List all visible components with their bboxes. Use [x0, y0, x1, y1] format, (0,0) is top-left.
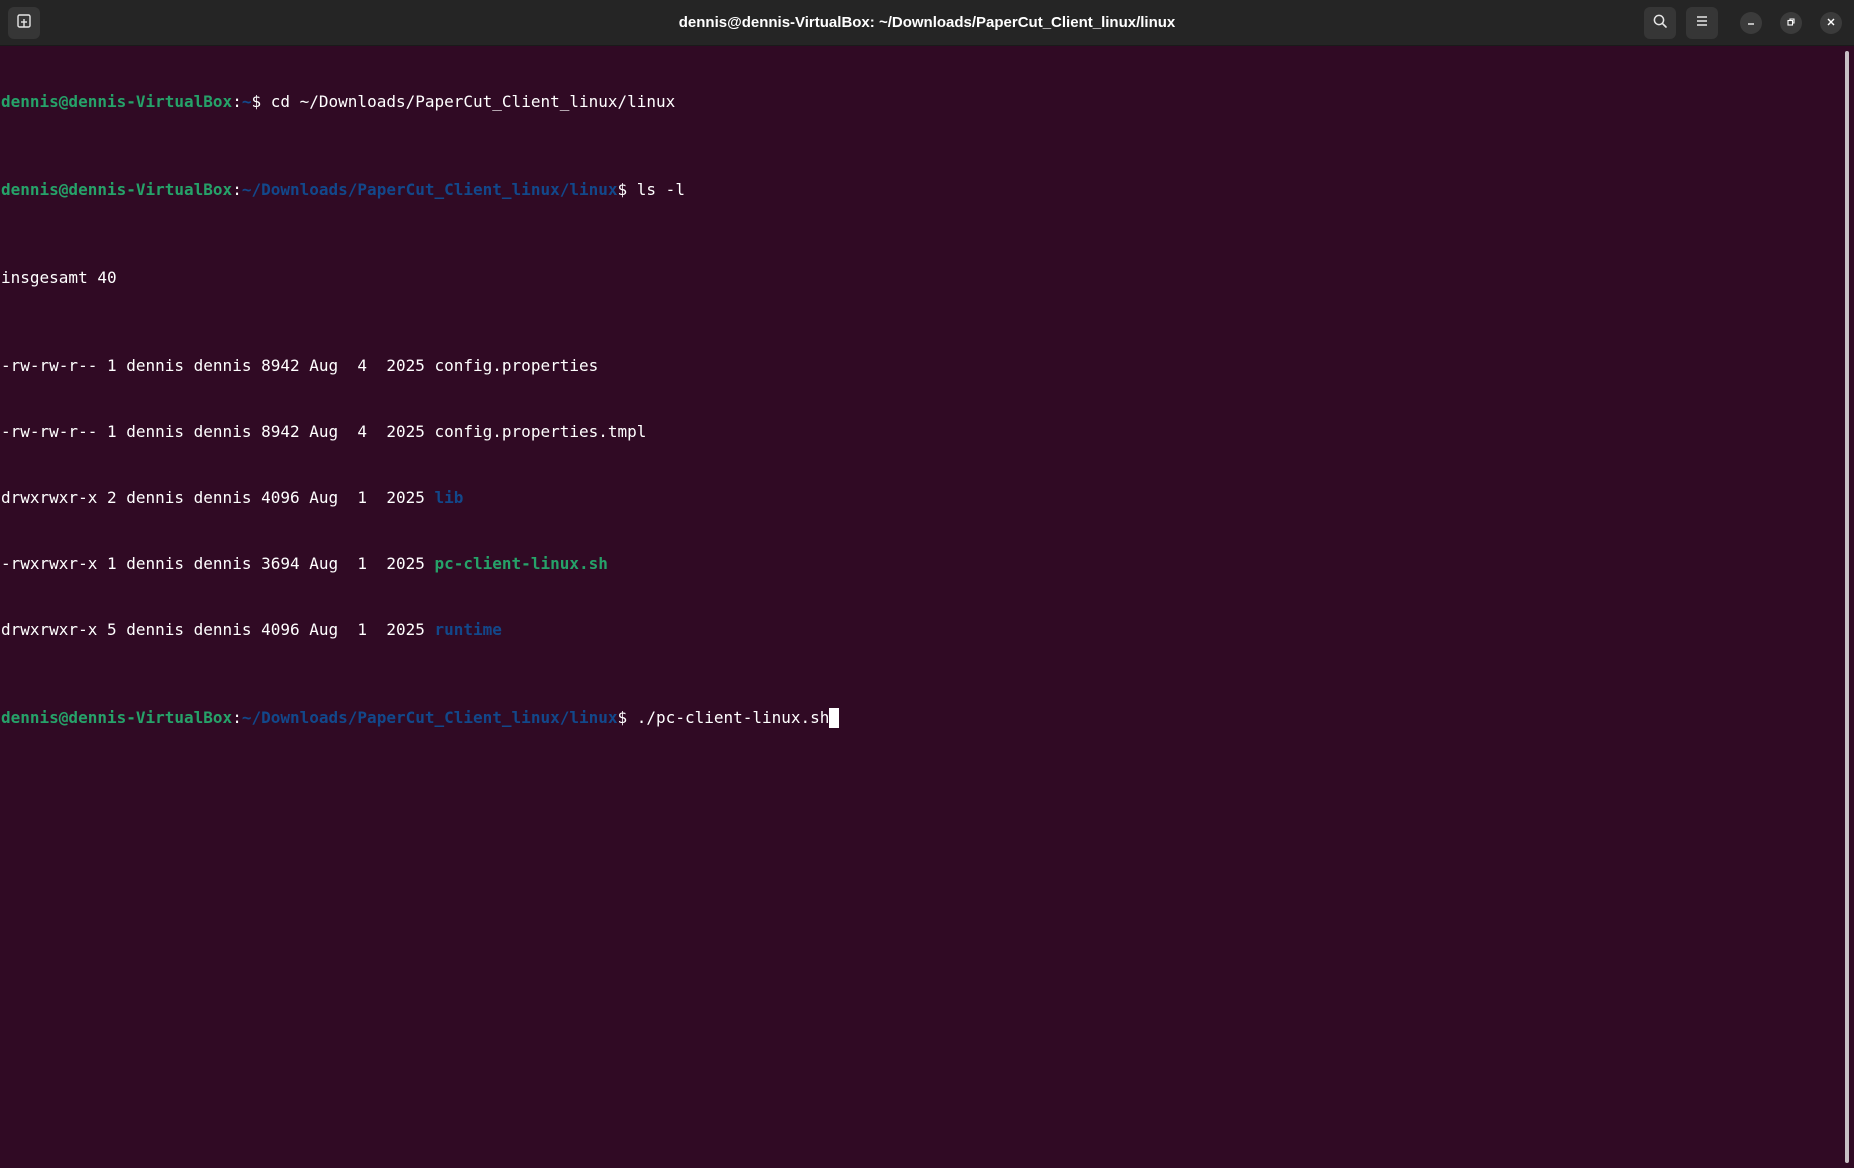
hamburger-menu-icon — [1694, 13, 1710, 34]
new-tab-icon — [16, 13, 32, 34]
file-meta: -rw-rw-r-- 1 dennis dennis 8942 Aug 4 20… — [1, 422, 435, 441]
file-meta: -rw-rw-r-- 1 dennis dennis 8942 Aug 4 20… — [1, 356, 435, 375]
ls-total-line: insgesamt 40 — [1, 267, 1842, 289]
prompt-path: ~/Downloads/PaperCut_Client_linux/linux — [241, 180, 618, 199]
file-entry: -rw-rw-r-- 1 dennis dennis 8942 Aug 4 20… — [1, 421, 1842, 443]
search-button[interactable] — [1644, 7, 1676, 39]
terminal-window: dennis@dennis-VirtualBox: ~/Downloads/Pa… — [0, 0, 1854, 1168]
file-entry: drwxrwxr-x 2 dennis dennis 4096 Aug 1 20… — [1, 487, 1842, 509]
minimize-icon — [1746, 14, 1756, 32]
terminal-output[interactable]: dennis@dennis-VirtualBox: ~ $ cd ~/Downloa… — [0, 47, 1842, 1168]
file-entry: drwxrwxr-x 5 dennis dennis 4096 Aug 1 20… — [1, 619, 1842, 641]
file-meta: -rwxrwxr-x 1 dennis dennis 3694 Aug 1 20… — [1, 554, 435, 573]
close-button[interactable] — [1820, 12, 1842, 34]
restore-icon — [1786, 14, 1796, 32]
terminal-line-cd: dennis@dennis-VirtualBox: ~ $ cd ~/Downloa… — [1, 92, 676, 111]
file-name: config.properties — [434, 356, 599, 375]
minimize-button[interactable] — [1740, 12, 1762, 34]
title-bar: dennis@dennis-VirtualBox: ~/Downloads/Pa… — [0, 0, 1854, 46]
search-icon — [1652, 13, 1668, 34]
directory-name: lib — [434, 488, 464, 507]
executable-name: pc-client-linux.sh — [434, 554, 608, 573]
prompt-user: dennis@dennis-VirtualBox — [1, 180, 233, 199]
window-title: dennis@dennis-VirtualBox: ~/Downloads/Pa… — [678, 14, 1176, 31]
prompt-user: dennis@dennis-VirtualBox — [1, 708, 233, 727]
command-text: cd ~/Downloads/PaperCut_Client_linux/lin… — [270, 92, 676, 111]
terminal-line-current: dennis@dennis-VirtualBox: ~/Downloads/Pap… — [1, 707, 1842, 729]
prompt-user: dennis@dennis-VirtualBox — [1, 92, 233, 111]
command-text: ls -l — [636, 180, 685, 199]
terminal-line-ls: dennis@dennis-VirtualBox: ~/Downloads/Pap… — [1, 180, 685, 199]
menu-button[interactable] — [1686, 7, 1718, 39]
close-icon — [1826, 14, 1836, 32]
text-cursor — [829, 708, 840, 728]
prompt-path: ~ — [241, 92, 252, 111]
scrollbar[interactable] — [1842, 47, 1854, 1168]
prompt-path: ~/Downloads/PaperCut_Client_linux/linux — [241, 708, 618, 727]
directory-name: runtime — [434, 620, 502, 639]
file-meta: drwxrwxr-x 5 dennis dennis 4096 Aug 1 20… — [1, 620, 435, 639]
file-name: config.properties.tmpl — [434, 422, 647, 441]
command-input[interactable]: ./pc-client-linux.sh — [637, 707, 830, 729]
ls-total: insgesamt 40 — [1, 268, 117, 287]
file-meta: drwxrwxr-x 2 dennis dennis 4096 Aug 1 20… — [1, 488, 435, 507]
scrollbar-thumb[interactable] — [1845, 51, 1849, 1163]
file-entry: -rwxrwxr-x 1 dennis dennis 3694 Aug 1 20… — [1, 553, 1842, 575]
new-tab-button[interactable] — [8, 7, 40, 39]
maximize-button[interactable] — [1780, 12, 1802, 34]
file-entry: -rw-rw-r-- 1 dennis dennis 8942 Aug 4 20… — [1, 355, 1842, 377]
